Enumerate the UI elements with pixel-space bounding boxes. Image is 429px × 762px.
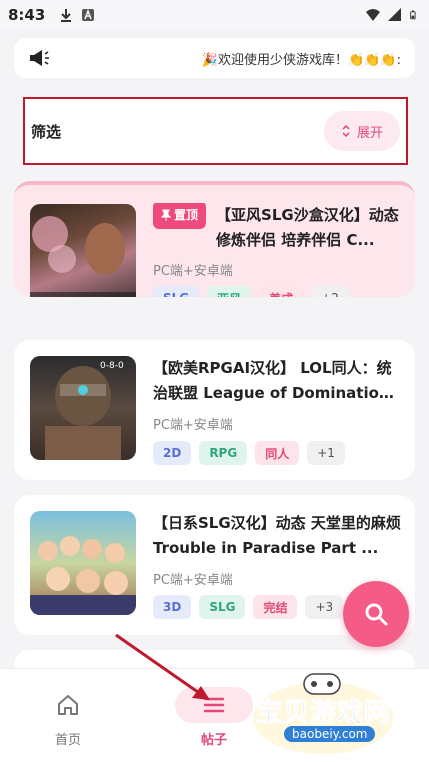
post-thumbnail [30, 511, 136, 615]
expand-chevrons-icon [342, 124, 350, 138]
search-fab-button[interactable] [343, 581, 409, 647]
more-tags-count[interactable]: +1 [307, 441, 345, 465]
tag-list: 2D RPG 同人 +1 [153, 441, 345, 465]
bottom-nav: 首页 帖子 [0, 668, 429, 762]
post-title[interactable]: 置顶 【亚风SLG沙盒汉化】动态 修炼伴侣 培养伴侣 C... [153, 203, 401, 253]
post-card[interactable]: 置顶 【亚风SLG沙盒汉化】动态 修炼伴侣 培养伴侣 C... PC端+安卓端 … [14, 181, 415, 297]
search-icon [365, 603, 388, 626]
status-time: 8:43 [8, 6, 46, 24]
expand-label: 展开 [356, 125, 383, 141]
filter-bar: 筛选 展开 [23, 97, 408, 165]
tag[interactable]: 亚风 [207, 286, 252, 297]
tag[interactable]: 3D [153, 595, 192, 619]
post-title[interactable]: 【欧美RPGAI汉化】 LOL同人：统治联盟 League of Dominat… [153, 356, 401, 406]
post-title[interactable]: 【日系SLG汉化】动态 天堂里的麻烦 Trouble in Paradise P… [153, 511, 401, 561]
tag[interactable]: SLG [153, 286, 200, 297]
download-icon [61, 9, 72, 22]
tag[interactable]: 同人 [255, 441, 300, 465]
tag[interactable]: 2D [153, 441, 192, 465]
nav-home-label: 首页 [54, 733, 81, 748]
pinned-badge: 置顶 [153, 203, 207, 229]
signal-icon [388, 8, 401, 21]
nav-home[interactable]: 首页 [18, 687, 118, 748]
translate-icon [82, 9, 95, 21]
megaphone-icon [30, 50, 49, 66]
tag[interactable]: SLG [199, 595, 246, 619]
more-tags-count[interactable]: +2 [311, 286, 349, 297]
tag[interactable]: 养成 [259, 286, 304, 297]
pin-icon [161, 209, 171, 221]
tag[interactable]: 完结 [253, 595, 298, 619]
post-card[interactable]: 0-8-0 【欧美RPGAI汉化】 LOL同人：统治联盟 League of D… [14, 340, 415, 480]
tag-list: 3D SLG 完结 +3 [153, 595, 344, 619]
tag-list: SLG 亚风 养成 +2 [153, 286, 349, 297]
post-platform: PC端+安卓端 [153, 418, 233, 433]
battery-icon [410, 10, 416, 20]
post-platform: PC端+安卓端 [153, 573, 233, 588]
thumb-caption: 0-8-0 [100, 361, 124, 371]
announcement-text: 🎉欢迎使用少侠游戏库！👏👏👏: [201, 52, 401, 68]
post-platform: PC端+安卓端 [153, 264, 233, 279]
home-icon [58, 695, 78, 715]
post-thumbnail [30, 204, 136, 297]
status-bar: 8:43 [0, 0, 429, 30]
announcement-bar[interactable]: 🎉欢迎使用少侠游戏库！👏👏👏: [14, 38, 415, 78]
more-tags-count[interactable]: +3 [305, 595, 344, 619]
tag[interactable]: RPG [199, 441, 248, 465]
list-icon [203, 697, 225, 713]
wifi-icon [366, 9, 380, 21]
post-thumbnail: 0-8-0 [30, 356, 136, 460]
nav-posts-label: 帖子 [200, 733, 227, 748]
expand-filter-button[interactable]: 展开 [324, 111, 400, 151]
nav-posts[interactable]: 帖子 [164, 687, 264, 748]
filter-label: 筛选 [31, 122, 62, 141]
